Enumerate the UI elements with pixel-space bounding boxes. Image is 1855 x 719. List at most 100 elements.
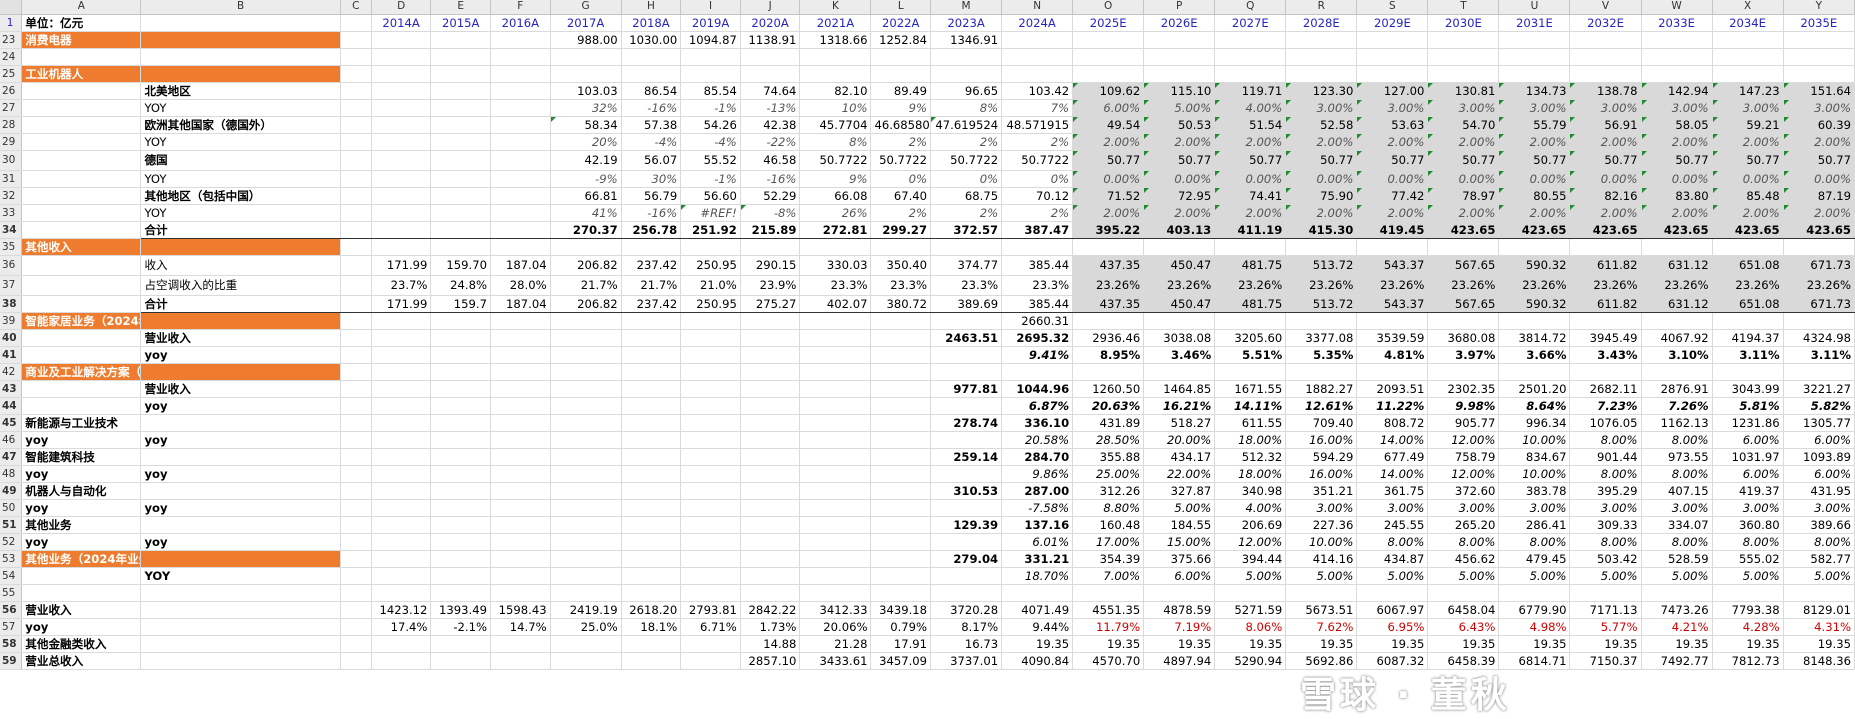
value-cell[interactable]: 437.35 [1072, 254, 1145, 276]
value-cell[interactable] [621, 363, 682, 381]
value-cell[interactable]: 72.95 [1143, 187, 1216, 205]
value-cell[interactable] [740, 584, 801, 602]
value-cell[interactable]: 15.00% [1143, 533, 1216, 551]
value-cell[interactable]: 89.49 [870, 81, 932, 100]
value-cell[interactable]: 51.54 [1214, 116, 1287, 134]
value-cell[interactable]: 259.14 [930, 448, 1003, 466]
value-cell[interactable]: 973.55 [1641, 448, 1713, 466]
value-cell[interactable]: 56.60 [680, 187, 741, 205]
value-cell[interactable]: 808.72 [1356, 414, 1429, 432]
value-cell[interactable] [490, 48, 551, 66]
row-header[interactable]: 23 [0, 31, 23, 49]
row-header[interactable]: 46 [0, 431, 23, 449]
value-cell[interactable]: 456.62 [1427, 550, 1500, 568]
column-header[interactable]: J [740, 0, 801, 15]
value-cell[interactable]: 278.74 [930, 414, 1003, 432]
value-cell[interactable] [680, 346, 741, 364]
value-cell[interactable] [371, 397, 432, 415]
value-cell[interactable]: 206.69 [1214, 516, 1287, 534]
value-cell[interactable]: 988.00 [550, 31, 622, 49]
value-cell[interactable]: 8148.36 [1783, 652, 1855, 670]
value-cell[interactable]: 23.3% [870, 275, 932, 296]
value-cell[interactable]: 4067.92 [1641, 329, 1713, 347]
row-header[interactable]: 28 [0, 116, 23, 134]
value-cell[interactable] [430, 81, 491, 100]
value-cell[interactable]: 96.65 [930, 81, 1003, 100]
value-cell[interactable]: 14.7% [490, 618, 551, 636]
value-cell[interactable] [621, 516, 682, 534]
value-cell[interactable]: -1% [680, 99, 741, 117]
value-cell[interactable]: 53.63 [1356, 116, 1429, 134]
value-cell[interactable]: 134.73 [1498, 81, 1571, 100]
value-cell[interactable]: 383.78 [1498, 482, 1571, 500]
value-cell[interactable]: 9.41% [1001, 346, 1074, 364]
value-cell[interactable]: 19.35 [1498, 635, 1571, 653]
value-cell[interactable] [490, 99, 551, 117]
label-cell[interactable]: yoy [140, 533, 341, 551]
label-cell[interactable] [21, 48, 142, 66]
value-cell[interactable] [870, 567, 932, 585]
label-cell[interactable] [21, 275, 142, 296]
value-cell[interactable]: 23.26% [1783, 275, 1855, 296]
value-cell[interactable] [490, 550, 551, 568]
value-cell[interactable]: 0.79% [870, 618, 932, 636]
value-cell[interactable] [1783, 363, 1855, 381]
value-cell[interactable] [740, 48, 801, 66]
value-cell[interactable] [680, 499, 741, 517]
value-cell[interactable]: 12.00% [1214, 533, 1287, 551]
label-cell[interactable]: 智能家居业务（2024年业务重新分类） [21, 312, 142, 330]
value-cell[interactable] [1214, 363, 1287, 381]
value-cell[interactable] [1356, 65, 1429, 83]
value-cell[interactable]: 2660.31 [1001, 312, 1074, 330]
value-cell[interactable]: 2.00% [1214, 133, 1287, 151]
label-cell[interactable] [21, 295, 142, 313]
value-cell[interactable] [740, 346, 801, 364]
value-cell[interactable]: 85.48 [1712, 187, 1784, 205]
row-header[interactable]: 47 [0, 448, 23, 466]
value-cell[interactable]: 7473.26 [1641, 601, 1713, 619]
value-cell[interactable] [1143, 31, 1216, 49]
value-cell[interactable] [550, 363, 622, 381]
value-cell[interactable] [490, 363, 551, 381]
value-cell[interactable]: 265.20 [1427, 516, 1500, 534]
column-header[interactable]: Q [1214, 0, 1287, 15]
value-cell[interactable] [1072, 584, 1145, 602]
value-cell[interactable] [621, 431, 682, 449]
value-cell[interactable]: 50.77 [1641, 150, 1713, 171]
label-cell[interactable] [340, 238, 372, 256]
value-cell[interactable]: 7793.38 [1712, 601, 1784, 619]
value-cell[interactable]: 251.92 [680, 221, 741, 239]
value-cell[interactable]: 299.27 [870, 221, 932, 239]
value-cell[interactable] [930, 465, 1003, 483]
value-cell[interactable]: 23.3% [1001, 275, 1074, 296]
value-cell[interactable] [430, 380, 491, 398]
value-cell[interactable]: 56.79 [621, 187, 682, 205]
label-cell[interactable]: 合计 [140, 221, 341, 239]
value-cell[interactable]: 75.90 [1285, 187, 1358, 205]
label-cell[interactable] [140, 550, 341, 568]
value-cell[interactable]: 50.7722 [799, 150, 872, 171]
value-cell[interactable]: 2024A [1001, 14, 1074, 32]
value-cell[interactable] [430, 567, 491, 585]
label-cell[interactable]: yoy [140, 346, 341, 364]
value-cell[interactable]: 423.65 [1783, 221, 1855, 239]
value-cell[interactable] [680, 584, 741, 602]
value-cell[interactable]: 611.82 [1569, 254, 1642, 276]
value-cell[interactable]: 3.00% [1356, 99, 1429, 117]
value-cell[interactable]: 3814.72 [1498, 329, 1571, 347]
value-cell[interactable]: 30% [621, 170, 682, 188]
value-cell[interactable]: 372.60 [1427, 482, 1500, 500]
label-cell[interactable]: 单位：亿元 [21, 14, 142, 32]
label-cell[interactable] [340, 187, 372, 205]
label-cell[interactable]: 商业及工业解决方案（2024年业务重新分类） [21, 363, 142, 381]
value-cell[interactable]: 5.51% [1214, 346, 1287, 364]
value-cell[interactable]: 184.55 [1143, 516, 1216, 534]
value-cell[interactable]: 48.571915 [1001, 116, 1074, 134]
label-cell[interactable]: yoy [21, 618, 142, 636]
value-cell[interactable]: 115.10 [1143, 81, 1216, 100]
value-cell[interactable]: 0.00% [1641, 170, 1713, 188]
value-cell[interactable]: 3.97% [1427, 346, 1500, 364]
label-cell[interactable]: YOY [140, 133, 341, 151]
value-cell[interactable] [799, 448, 872, 466]
value-cell[interactable] [870, 65, 932, 83]
